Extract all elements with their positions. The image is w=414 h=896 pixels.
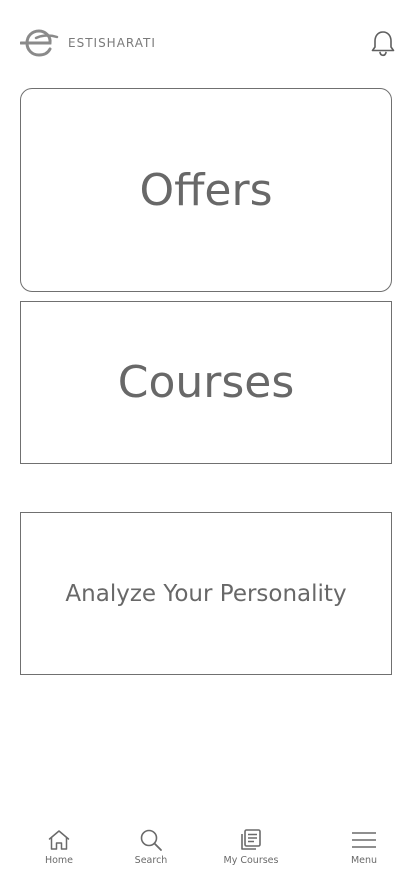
nav-my-courses[interactable]: My Courses	[211, 828, 291, 866]
home-icon	[48, 830, 70, 850]
brand-name: ESTISHARATI	[68, 36, 156, 50]
nav-home[interactable]: Home	[19, 828, 99, 866]
nav-my-courses-label: My Courses	[223, 855, 279, 866]
nav-home-label: Home	[44, 855, 74, 866]
bottom-navigation: Home Search My Courses Menu	[0, 816, 414, 896]
nav-search-label: Search	[134, 855, 168, 866]
analyze-personality-label: Analyze Your Personality	[65, 580, 347, 607]
nav-search[interactable]: Search	[111, 828, 191, 866]
bell-icon[interactable]	[369, 29, 397, 57]
menu-icon	[352, 832, 376, 848]
analyze-personality-card[interactable]: Analyze Your Personality	[20, 512, 392, 675]
search-icon	[140, 829, 162, 851]
app-header: ESTISHARATI	[0, 0, 414, 88]
offers-label: Offers	[139, 164, 273, 216]
book-icon	[241, 829, 261, 850]
courses-card[interactable]: Courses	[20, 301, 392, 464]
estisharati-logo-icon	[20, 29, 59, 57]
nav-menu-label: Menu	[350, 855, 378, 866]
brand-logo[interactable]: ESTISHARATI	[20, 28, 156, 58]
offers-card[interactable]: Offers	[20, 88, 392, 292]
nav-menu[interactable]: Menu	[324, 828, 404, 866]
courses-label: Courses	[117, 357, 295, 408]
